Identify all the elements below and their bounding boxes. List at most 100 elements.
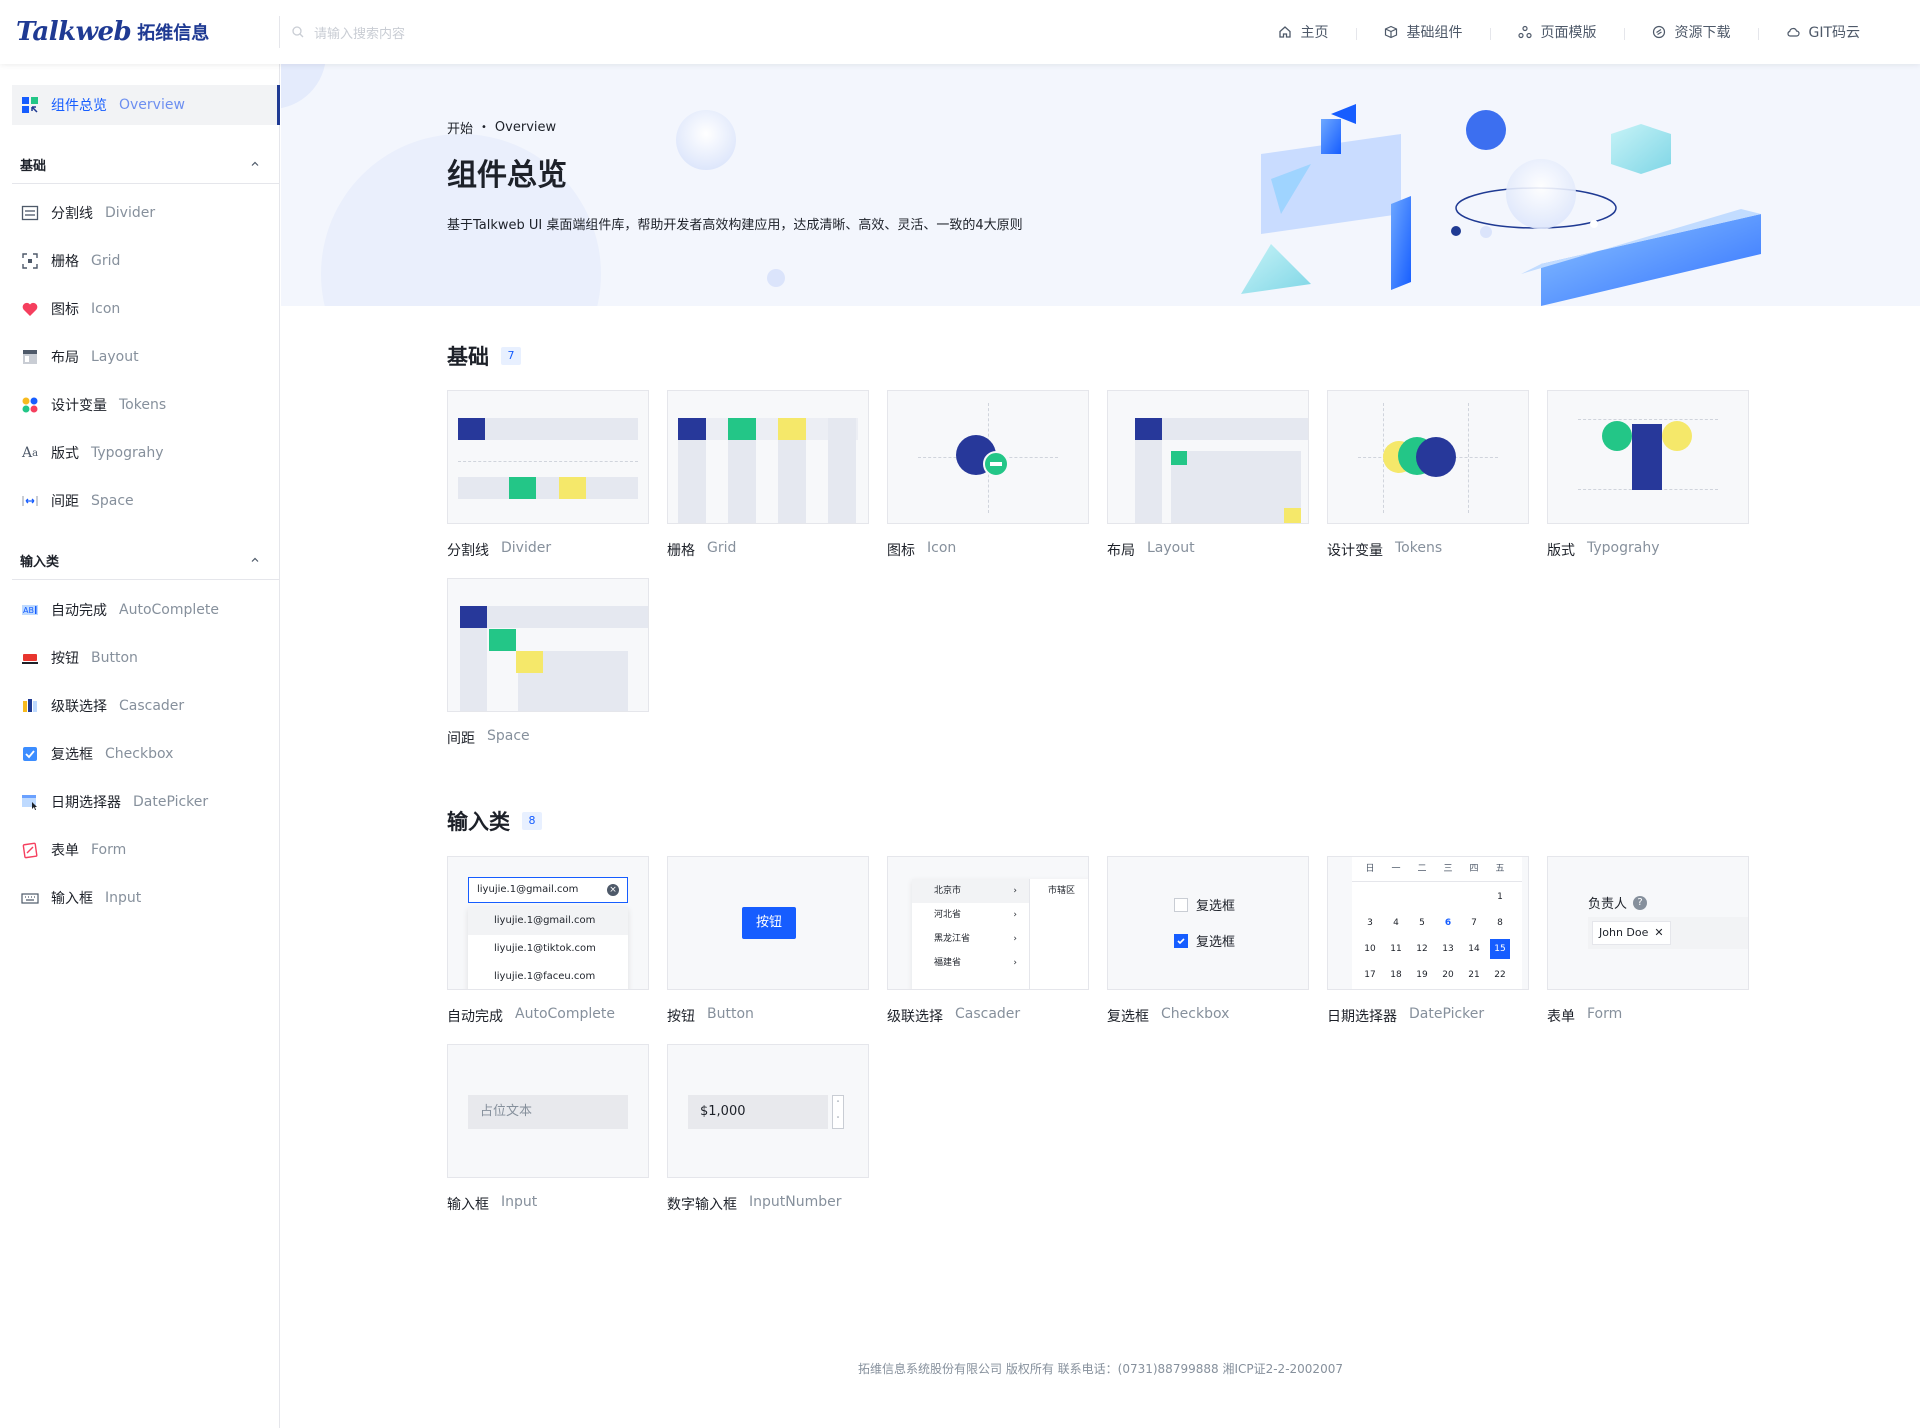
card-input[interactable]: 占位文本 输入框 Input	[447, 1044, 649, 1214]
nav-git[interactable]: GIT码云	[1758, 22, 1888, 42]
calendar-day[interactable]: 3	[1360, 913, 1380, 933]
autocomplete-option[interactable]: liyujie.1@gmail.com	[468, 907, 628, 935]
calendar-day[interactable]: 14	[1464, 939, 1484, 959]
calendar-day[interactable]: 15	[1490, 939, 1510, 959]
sidebar-item-datepicker[interactable]: 日期选择器 DatePicker	[21, 790, 208, 814]
calendar-day[interactable]: 13	[1438, 939, 1458, 959]
cascader-option[interactable]: 福建省	[934, 958, 961, 968]
sidebar-item-label: 版式	[51, 446, 79, 462]
sidebar-item-icon[interactable]: 图标 Icon	[21, 297, 120, 321]
card-tokens[interactable]: 设计变量 Tokens	[1327, 390, 1529, 560]
help-icon[interactable]: ?	[1633, 895, 1648, 910]
card-inputnumber[interactable]: $1,000 ˄ ˅ 数字输入框 InputNumber	[667, 1044, 869, 1214]
sidebar-item-tokens[interactable]: 设计变量 Tokens	[21, 393, 166, 417]
card-subtitle: Tokens	[1395, 540, 1443, 556]
demo-number-input[interactable]: $1,000	[688, 1095, 828, 1129]
card-form[interactable]: 负责人 ? John Doe ✕ 表单 Form	[1547, 856, 1749, 1026]
preview-tokens	[1327, 390, 1529, 524]
brand-logo[interactable]: Talkweb 拓维信息	[16, 16, 209, 48]
sidebar-item-checkbox[interactable]: 复选框 Checkbox	[21, 742, 173, 766]
card-grid[interactable]: 栅格 Grid	[667, 390, 869, 560]
check-icon	[1177, 937, 1185, 944]
sidebar-item-autocomplete[interactable]: AB 自动完成 AutoComplete	[21, 598, 219, 622]
sidebar-group-basic[interactable]: 基础	[20, 154, 260, 174]
number-stepper[interactable]: ˄ ˅	[832, 1095, 844, 1129]
space-icon	[22, 496, 38, 506]
calendar-day[interactable]: 10	[1360, 939, 1380, 959]
form-tag[interactable]: John Doe ✕	[1592, 921, 1671, 945]
calendar-day[interactable]: 4	[1386, 913, 1406, 933]
sidebar-item-divider[interactable]: 分割线 Divider	[21, 201, 155, 225]
cascader-option[interactable]: 河北省	[934, 910, 961, 920]
card-layout[interactable]: 布局 Layout	[1107, 390, 1309, 560]
nav-components[interactable]: 基础组件	[1356, 22, 1490, 42]
card-space[interactable]: 间距 Space	[447, 578, 649, 748]
card-title: 复选框	[1107, 1009, 1149, 1025]
sidebar-item-input[interactable]: 输入框 Input	[21, 886, 141, 910]
card-subtitle: Space	[487, 728, 530, 744]
sidebar-item-space[interactable]: 间距 Space	[21, 489, 134, 513]
card-title: 输入框	[447, 1197, 489, 1213]
nav-templates[interactable]: 页面模版	[1490, 22, 1624, 42]
sidebar-item-form[interactable]: 表单 Form	[21, 838, 126, 862]
search-icon	[292, 26, 304, 38]
sidebar-item-label: 级联选择	[51, 699, 107, 715]
breadcrumb-start[interactable]: 开始	[447, 118, 473, 137]
sidebar-item-layout[interactable]: 布局 Layout	[21, 345, 139, 369]
card-icon[interactable]: 图标 Icon	[887, 390, 1089, 560]
calendar-day[interactable]: 6	[1438, 913, 1458, 933]
calendar-day[interactable]: 12	[1412, 939, 1432, 959]
calendar-weekday: 四	[1469, 864, 1479, 874]
card-checkbox[interactable]: 复选框 复选框 复选框 Checkbox	[1107, 856, 1309, 1026]
sidebar-item-cascader[interactable]: 级联选择 Cascader	[21, 694, 184, 718]
search-input[interactable]: 请输入搜索内容	[292, 20, 405, 44]
calendar-weekday: 一	[1391, 864, 1401, 874]
calendar-day[interactable]: 17	[1360, 965, 1380, 985]
calendar-day[interactable]: 5	[1412, 913, 1432, 933]
sidebar-item-grid[interactable]: 栅格 Grid	[21, 249, 120, 273]
close-icon[interactable]: ✕	[1654, 922, 1663, 944]
card-divider[interactable]: 分割线 Divider	[447, 390, 649, 560]
sidebar-item-typography[interactable]: Aa 版式 Typograhy	[21, 441, 164, 465]
calendar-day[interactable]: 21	[1464, 965, 1484, 985]
calendar-day[interactable]: 11	[1386, 939, 1406, 959]
autocomplete-option[interactable]: liyujie.1@tiktok.com	[468, 935, 628, 963]
calendar-day[interactable]: 1	[1490, 887, 1510, 907]
datepicker-icon	[22, 795, 37, 810]
calendar-day[interactable]: 22	[1490, 965, 1510, 985]
card-typography[interactable]: 版式 Typograhy	[1547, 390, 1749, 560]
sidebar-item-sublabel: Checkbox	[105, 746, 174, 762]
checkbox-checked[interactable]	[1174, 933, 1188, 948]
calendar-day[interactable]: 7	[1464, 913, 1484, 933]
nav-downloads[interactable]: 资源下载	[1624, 22, 1758, 42]
card-datepicker[interactable]: 日一二三四五 1 3 4 5 6 7 8 10 11 12 13 14 15 17 18 19 20 21 22 日期…	[1327, 856, 1529, 1026]
demo-button[interactable]: 按钮	[742, 907, 796, 939]
sidebar-divider	[12, 579, 280, 580]
checkbox-unchecked[interactable]	[1174, 897, 1188, 912]
sidebar-item-overview[interactable]: 组件总览 Overview	[12, 85, 280, 125]
calendar-day[interactable]: 19	[1412, 965, 1432, 985]
cascader-option[interactable]: 市辖区	[1048, 879, 1075, 903]
section-title-basic: 基础 7	[447, 341, 521, 371]
header-divider	[279, 16, 280, 48]
cascader-option[interactable]: 黑龙江省	[934, 934, 970, 944]
cascader-option[interactable]: 北京市	[934, 886, 961, 896]
nav-label: GIT码云	[1808, 25, 1860, 41]
calendar-day[interactable]: 8	[1490, 913, 1510, 933]
sidebar-item-label: 布局	[51, 350, 79, 366]
form-icon	[22, 842, 38, 859]
card-title: 布局	[1107, 543, 1135, 559]
calendar-day[interactable]: 18	[1386, 965, 1406, 985]
calendar-day[interactable]: 20	[1438, 965, 1458, 985]
card-autocomplete[interactable]: liyujie.1@gmail.com × liyujie.1@gmail.co…	[447, 856, 649, 1026]
hero-banner: 开始 • Overview 组件总览 基于Talkweb UI 桌面端组件库，帮…	[281, 64, 1920, 306]
sidebar-item-button[interactable]: 按钮 Button	[21, 646, 138, 670]
preview-typography	[1547, 390, 1749, 524]
card-button[interactable]: 按钮 按钮 Button	[667, 856, 869, 1026]
demo-input[interactable]: 占位文本	[468, 1095, 628, 1129]
autocomplete-option[interactable]: liyujie.1@faceu.com	[468, 963, 628, 989]
card-cascader[interactable]: 北京市 › 河北省 › 黑龙江省 › 福建省 › 市辖区 级联选择 Cascader	[887, 856, 1089, 1026]
sidebar-group-input[interactable]: 输入类	[20, 550, 260, 570]
divider-icon	[21, 205, 39, 221]
nav-home[interactable]: 主页	[1250, 22, 1356, 42]
